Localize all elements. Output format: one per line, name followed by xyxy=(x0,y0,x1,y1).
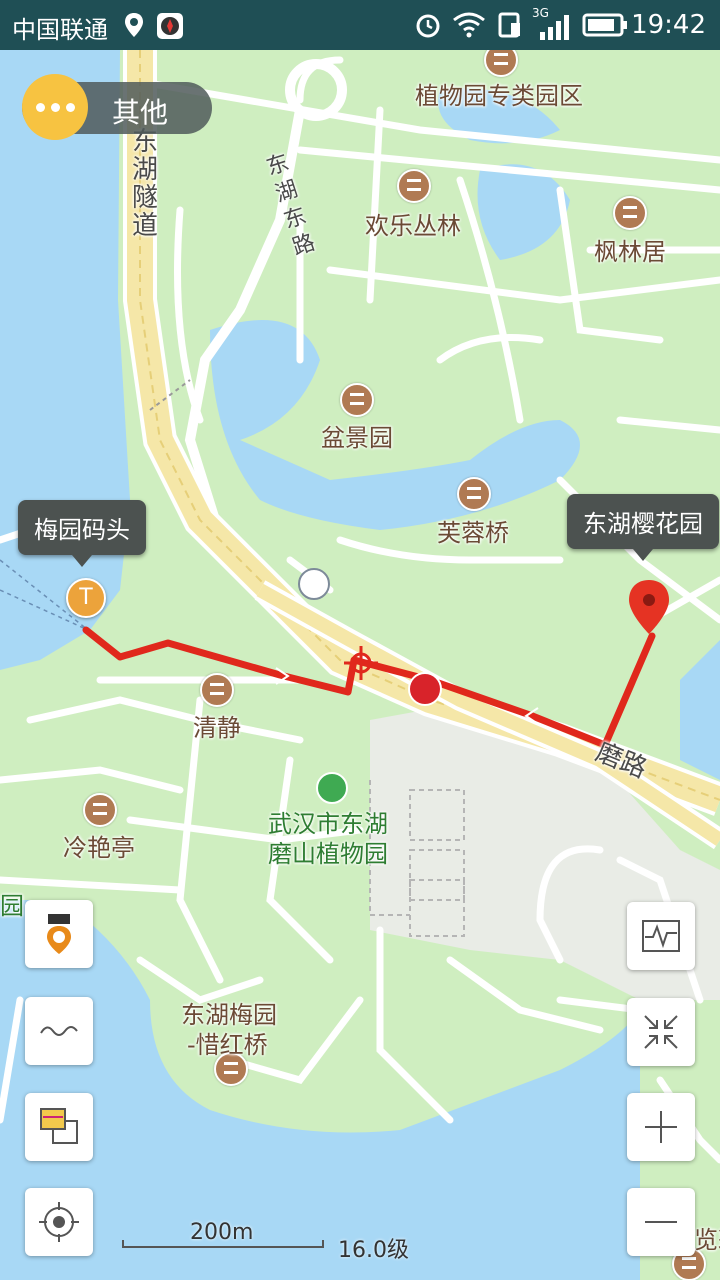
place-label: 芙蓉桥 xyxy=(437,519,509,547)
status-bar: 中国联通 3G 19:42 xyxy=(0,0,720,50)
road-label-tunnel: 东湖隧道 xyxy=(132,127,159,241)
collapse-icon xyxy=(644,1015,678,1049)
place-label: -惜红桥 xyxy=(187,1031,268,1059)
other-label: 其他 xyxy=(112,96,169,129)
map-layer-button[interactable] xyxy=(25,1093,93,1161)
map-canvas[interactable]: 植物园专类园区 欢乐丛林 枫林居 盆景园 芙蓉桥 清静 冷艳亭 武汉市东湖 磨山… xyxy=(0,50,720,1280)
place-label: 览彩 xyxy=(694,1226,720,1254)
sim-icon xyxy=(498,12,520,38)
other-menu-button[interactable]: 其他 xyxy=(22,74,212,140)
start-marker-icon[interactable]: T xyxy=(66,578,106,618)
compass-app-icon xyxy=(157,13,183,39)
zoom-out-icon xyxy=(645,1221,677,1223)
zoom-in-icon xyxy=(645,1111,677,1143)
place-label: 盆景园 xyxy=(321,424,393,452)
locate-icon xyxy=(39,1202,79,1242)
poi-pin-icon[interactable] xyxy=(83,793,117,827)
place-label: 清静 xyxy=(193,714,241,742)
place-label: 植物园专类园区 xyxy=(415,82,583,110)
poi-pin-icon[interactable] xyxy=(613,196,647,230)
chart-icon xyxy=(642,920,680,952)
carrier-name: 中国联通 xyxy=(12,16,108,44)
chart-button[interactable] xyxy=(627,902,695,970)
place-label: 园 xyxy=(0,892,24,920)
place-label: 枫林居 xyxy=(594,238,666,266)
end-callout[interactable]: 东湖樱花园 xyxy=(567,494,719,561)
poi-layer-button[interactable] xyxy=(25,900,93,968)
scale-bar: 200m xyxy=(122,1220,324,1252)
restaurant-icon[interactable] xyxy=(408,672,442,706)
wifi-icon xyxy=(453,12,485,38)
poi-layer-icon xyxy=(47,914,71,954)
alarm-icon xyxy=(416,14,440,38)
track-icon xyxy=(40,1026,78,1036)
locate-button[interactable] xyxy=(25,1188,93,1256)
parking-icon[interactable] xyxy=(298,568,330,600)
zoom-in-button[interactable] xyxy=(627,1093,695,1161)
place-label: 欢乐丛林 xyxy=(365,212,461,240)
park-icon[interactable] xyxy=(316,772,348,804)
poi-pin-icon[interactable] xyxy=(340,383,374,417)
poi-pin-icon[interactable] xyxy=(397,169,431,203)
track-button[interactable] xyxy=(25,997,93,1065)
place-label: 磨山植物园 xyxy=(268,840,388,868)
poi-pin-icon[interactable] xyxy=(457,477,491,511)
signal-icon xyxy=(540,15,569,40)
zoom-out-button[interactable] xyxy=(627,1188,695,1256)
poi-pin-icon[interactable] xyxy=(484,50,518,77)
start-callout[interactable]: 梅园码头 xyxy=(18,500,146,567)
center-crosshair-icon xyxy=(344,646,378,680)
poi-pin-icon[interactable] xyxy=(200,673,234,707)
location-icon xyxy=(125,13,143,37)
zoom-level: 16.0级 xyxy=(338,1238,409,1263)
battery-icon xyxy=(582,13,627,37)
place-label: 冷艳亭 xyxy=(63,834,135,862)
clock: 19:42 xyxy=(631,10,706,40)
scale-distance: 200m xyxy=(190,1220,254,1245)
map-layer-icon xyxy=(40,1108,78,1144)
destination-pin-icon[interactable] xyxy=(626,578,672,636)
more-icon xyxy=(22,74,88,140)
collapse-button[interactable] xyxy=(627,998,695,1066)
